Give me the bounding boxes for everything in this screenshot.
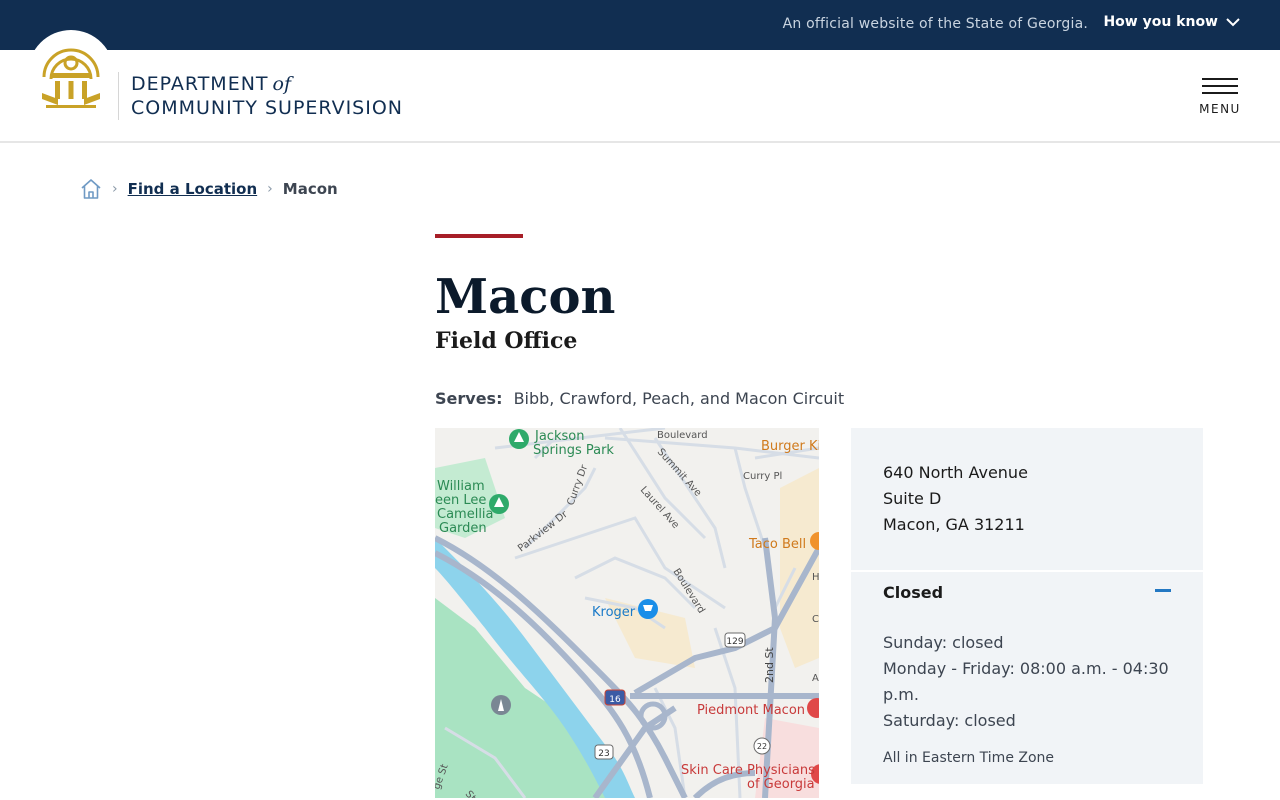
serves-label: Serves: [435, 389, 503, 408]
route-129-label: 129 [726, 637, 743, 647]
map-label-curry-pl: Curry Pl [743, 471, 782, 482]
agency-line-1: DEPARTMENT [131, 73, 269, 95]
map-label-skincare-1: Skin Care Physicians [681, 763, 815, 778]
map-label-burger: Burger Ki [761, 439, 819, 454]
map-label-edge-a: A [812, 673, 819, 684]
address-block: 640 North Avenue Suite D Macon, GA 31211 [883, 460, 1028, 538]
chevron-right-icon: › [112, 181, 118, 197]
breadcrumb: › Find a Location › Macon [80, 178, 338, 200]
map-label-garden-3: Camellia [437, 507, 494, 522]
menu-button[interactable]: MENU [1198, 78, 1242, 116]
title-accent-bar [435, 234, 523, 238]
map-label-second-st: 2nd St [763, 647, 776, 683]
map-label-park-1: Jackson [534, 429, 584, 444]
chevron-down-icon [1226, 17, 1240, 26]
home-icon[interactable] [80, 178, 102, 200]
address-line-3: Macon, GA 31211 [883, 515, 1025, 534]
home-logo-link[interactable] [28, 30, 114, 116]
hospital-pin-icon[interactable] [807, 698, 819, 718]
chevron-right-icon: › [267, 181, 273, 197]
route-23-label: 23 [598, 749, 609, 759]
agency-name[interactable]: DEPARTMENT of COMMUNITY SUPERVISION [131, 72, 403, 120]
map-label-garden-1: William [437, 479, 485, 494]
serves-value: Bibb, Crawford, Peach, and Macon Circuit [513, 389, 845, 408]
agency-of: of [272, 73, 292, 95]
map-label-kroger: Kroger [592, 605, 636, 620]
map-label-taco: Taco Bell [748, 537, 806, 552]
map-label-boulevard-top: Boulevard [657, 430, 708, 441]
page-subtitle: Field Office [435, 328, 578, 354]
how-you-know-label: How you know [1103, 14, 1218, 30]
open-status: Closed [883, 583, 944, 602]
official-site-text: An official website of the State of Geor… [782, 16, 1088, 32]
location-info-card: 640 North Avenue Suite D Macon, GA 31211… [851, 428, 1203, 784]
route-16-label: 16 [609, 695, 621, 705]
map-label-skincare-2: of Georgia [747, 777, 815, 792]
breadcrumb-current: Macon [282, 180, 338, 198]
map-label-edge-h: H [812, 572, 819, 583]
map-label-piedmont: Piedmont Macon [697, 703, 805, 718]
hours-accordion-toggle[interactable]: Closed [851, 572, 1203, 616]
route-22-label: 22 [757, 742, 767, 751]
menu-label: MENU [1199, 102, 1241, 116]
hours-item: Sunday: closed [883, 633, 1004, 652]
map-label-garden-2: een Lee [435, 493, 486, 508]
hours-item: Saturday: closed [883, 711, 1016, 730]
map-label-park-2: Springs Park [533, 443, 614, 458]
breadcrumb-find-location[interactable]: Find a Location [128, 180, 258, 198]
site-header: DEPARTMENT of COMMUNITY SUPERVISION MENU [0, 30, 1280, 143]
how-you-know-button[interactable]: How you know [1103, 14, 1240, 30]
serves-line: Serves: Bibb, Crawford, Peach, and Macon… [435, 389, 844, 408]
location-map[interactable]: 129 16 23 22 Jackson Springs Park Willia… [435, 428, 819, 798]
commercial-area [780, 468, 819, 668]
hours-list: Sunday: closed Monday - Friday: 08:00 a.… [883, 630, 1183, 734]
map-label-garden-4: Garden [439, 521, 487, 536]
page-title: Macon [435, 269, 616, 325]
georgia-seal-icon [42, 48, 100, 108]
hours-item: Monday - Friday: 08:00 a.m. - 04:30 p.m. [883, 659, 1169, 704]
address-line-1: 640 North Avenue [883, 463, 1028, 482]
map-label-edge-c: C [812, 614, 819, 625]
hamburger-icon [1202, 78, 1238, 99]
gov-banner: An official website of the State of Geor… [0, 0, 1280, 50]
agency-line-2: COMMUNITY SUPERVISION [131, 97, 404, 119]
logo-divider [118, 72, 119, 120]
collapse-minus-icon [1155, 589, 1171, 592]
timezone-note: All in Eastern Time Zone [883, 750, 1055, 766]
address-line-2: Suite D [883, 489, 942, 508]
